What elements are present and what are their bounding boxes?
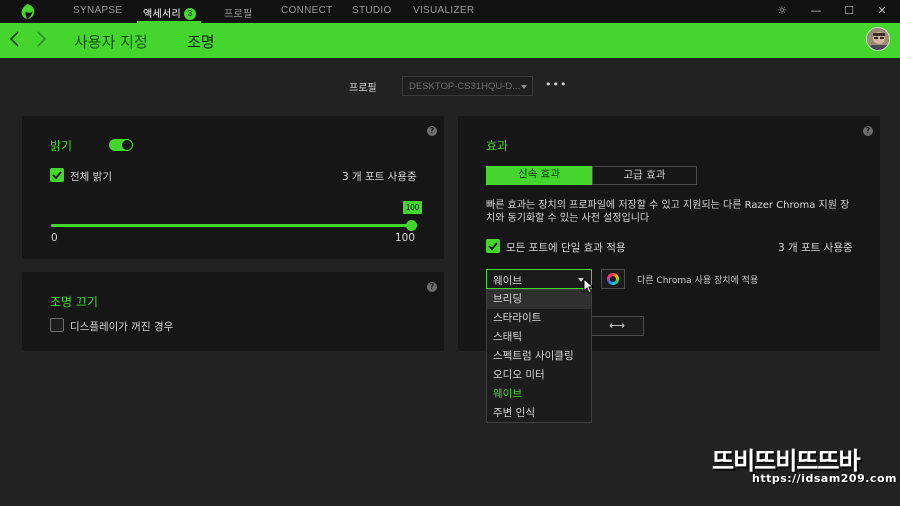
help-icon[interactable]: ? — [427, 126, 437, 136]
watermark-url: https://idsam209.com — [752, 472, 897, 485]
full-brightness-checkbox[interactable] — [50, 168, 64, 182]
mouse-cursor-icon — [583, 278, 595, 294]
back-arrow-icon[interactable] — [8, 29, 22, 49]
slider-max-label: 100 — [395, 232, 416, 244]
chroma-color-button[interactable] — [601, 269, 625, 289]
tab-accessories[interactable]: 액세서리 3 — [143, 5, 196, 20]
effect-option[interactable]: 스타라이트 — [487, 309, 591, 328]
forward-arrow-icon[interactable] — [34, 29, 48, 49]
ports-in-use-text: 3 개 포트 사용중 — [778, 242, 853, 254]
ports-in-use-text: 3 개 포트 사용중 — [342, 171, 417, 183]
profile-label: 프로필 — [349, 83, 377, 94]
chevron-down-icon — [521, 85, 527, 89]
maximize-button[interactable]: ☐ — [841, 3, 857, 19]
lights-off-panel: ? 조명 끄기 디스플레이가 꺼진 경우 — [22, 272, 444, 351]
checkmark-icon — [488, 242, 498, 251]
effect-option[interactable]: 주변 인식 — [487, 404, 591, 423]
razer-logo-icon — [21, 3, 35, 20]
effect-option[interactable]: 스펙트럼 사이클링 — [487, 347, 591, 366]
tab-quick-effects[interactable]: 신속 효과 — [486, 166, 592, 185]
slider-value-tooltip: 100 — [403, 201, 422, 214]
title-bar: SYNAPSE 액세서리 3 프로필 CONNECT STUDIO VISUALI… — [0, 0, 900, 23]
brightness-toggle[interactable] — [109, 139, 133, 151]
brightness-title: 밝기 — [50, 139, 73, 153]
breadcrumb-lighting[interactable]: 조명 — [187, 31, 215, 52]
tab-profiles[interactable]: 프로필 — [224, 5, 253, 20]
breadcrumb-customize[interactable]: 사용자 지정 — [74, 31, 148, 52]
help-icon[interactable]: ? — [863, 126, 873, 136]
display-off-checkbox[interactable] — [50, 318, 64, 332]
avatar-image — [867, 28, 889, 50]
tab-connect[interactable]: CONNECT — [281, 5, 333, 16]
apply-all-ports-checkbox[interactable] — [486, 239, 500, 253]
effect-option[interactable]: 스태틱 — [487, 328, 591, 347]
brightness-panel: ? 밝기 전체 밝기 3 개 포트 사용중 100 0 100 — [22, 116, 444, 259]
brightness-slider-track[interactable] — [51, 224, 411, 227]
profile-dropdown-value: DESKTOP-CS31HQU-D... — [409, 81, 521, 92]
minimize-button[interactable]: — — [808, 3, 824, 19]
help-icon[interactable]: ? — [427, 282, 437, 292]
effects-title: 효과 — [486, 139, 509, 153]
effect-dropdown-list: 브리딩 스타라이트 스태틱 스펙트럼 사이클링 오디오 미터 웨이브 주변 인식 — [486, 289, 592, 423]
device-count-badge: 3 — [184, 8, 196, 20]
toggle-knob — [122, 140, 132, 150]
user-avatar[interactable] — [866, 27, 890, 51]
lights-off-title: 조명 끄기 — [50, 295, 98, 309]
brightness-slider-thumb[interactable] — [406, 220, 417, 231]
settings-gear-icon[interactable]: ☼ — [774, 3, 790, 19]
full-brightness-label: 전체 밝기 — [70, 171, 112, 183]
effects-description: 빠른 효과는 장치의 프로파일에 저장할 수 있고 지원되는 다른 Razer … — [486, 200, 850, 224]
tab-advanced-effects[interactable]: 고급 효과 — [592, 166, 697, 185]
tab-studio[interactable]: STUDIO — [352, 5, 392, 16]
profile-dropdown[interactable]: DESKTOP-CS31HQU-D... — [402, 76, 533, 96]
tab-synapse[interactable]: SYNAPSE — [73, 5, 122, 16]
watermark-logo: 뜨비뜨비뜨뜨바 — [712, 447, 861, 475]
tab-visualizer[interactable]: VISUALIZER — [413, 5, 474, 16]
checkmark-icon — [52, 171, 62, 180]
effect-option[interactable]: 오디오 미터 — [487, 366, 591, 385]
chroma-sync-hint: 다른 Chroma 사용 장치에 적용 — [637, 276, 759, 286]
effect-dropdown[interactable]: 웨이브 — [486, 269, 592, 289]
effect-option-selected[interactable]: 웨이브 — [487, 385, 591, 404]
page-header: 사용자 지정 조명 — [0, 23, 900, 58]
slider-min-label: 0 — [51, 232, 58, 244]
more-options-button[interactable]: ••• — [545, 78, 567, 91]
effect-option[interactable]: 브리딩 — [487, 290, 591, 309]
effect-dropdown-value: 웨이브 — [493, 275, 522, 287]
tab-accessories-label: 액세서리 — [143, 9, 181, 20]
wave-direction-button[interactable]: ⟷ — [590, 316, 644, 336]
apply-all-ports-label: 모든 포트에 단일 효과 적용 — [506, 242, 626, 254]
close-button[interactable]: ✕ — [874, 3, 890, 19]
color-wheel-icon — [607, 273, 619, 285]
display-off-label: 디스플레이가 꺼진 경우 — [70, 321, 174, 333]
